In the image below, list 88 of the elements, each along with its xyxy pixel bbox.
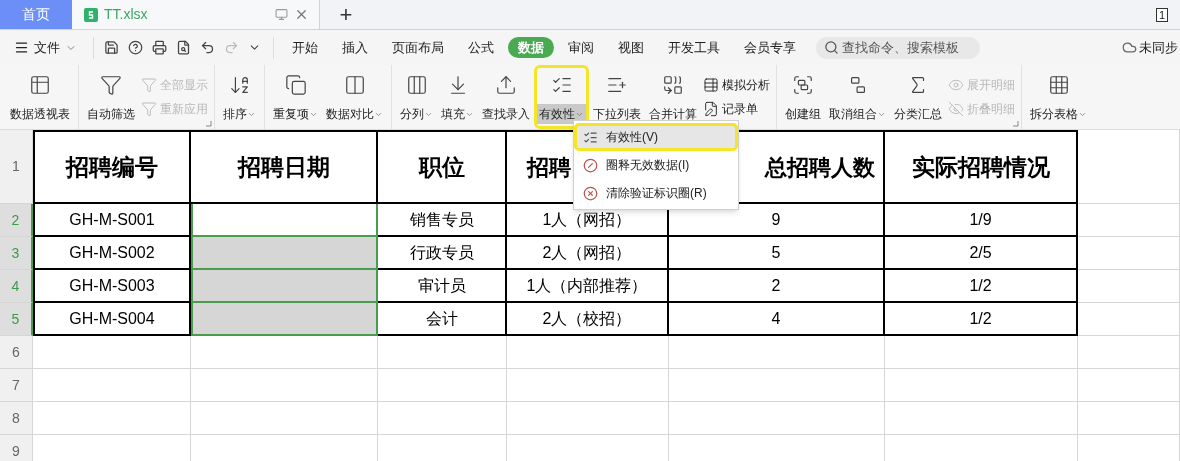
ribbon-button[interactable]: 查找录入 xyxy=(478,65,534,129)
sync-status[interactable]: 未同步 xyxy=(1122,37,1180,58)
selected-cell[interactable] xyxy=(191,270,378,303)
table-cell: 1人（内部推荐） xyxy=(507,270,669,303)
row-number[interactable]: 7 xyxy=(0,369,33,402)
window-count[interactable]: 1 xyxy=(1155,7,1168,22)
launcher-icon[interactable] xyxy=(1013,121,1019,127)
header-cell: 职位 xyxy=(378,130,507,204)
header-cell: 实际招聘情况 xyxy=(885,130,1078,204)
ribbon-button[interactable]: 填充 xyxy=(437,65,478,129)
ribbon-tab[interactable]: 视图 xyxy=(608,37,654,58)
table-cell: 5 xyxy=(669,237,885,270)
form-icon xyxy=(703,101,719,117)
ribbon-tab[interactable]: 会员专享 xyxy=(734,37,806,58)
table-cell: 销售专员 xyxy=(378,204,507,237)
selected-cell[interactable] xyxy=(191,303,378,336)
ribbon-button[interactable]: 重复项 xyxy=(269,65,322,129)
save-icon[interactable] xyxy=(104,40,119,55)
search-icon xyxy=(824,40,839,55)
table-cell: 2 xyxy=(669,270,885,303)
undo-icon[interactable] xyxy=(200,40,215,55)
ribbon-tab[interactable]: 审阅 xyxy=(558,37,604,58)
selected-cell[interactable] xyxy=(191,237,378,270)
ribbon-button[interactable]: 创建组 xyxy=(781,65,825,129)
file-menu[interactable]: 文件 xyxy=(14,37,87,58)
columns-icon xyxy=(405,74,428,96)
ribbon-button[interactable]: 分列 xyxy=(396,65,437,129)
table-cell: 行政专员 xyxy=(378,237,507,270)
launcher-icon[interactable] xyxy=(206,121,212,127)
group-icon xyxy=(792,74,814,96)
table-cell: 2人（校招） xyxy=(507,303,669,336)
overlap-squares-icon xyxy=(284,74,307,96)
table-cell: 审计员 xyxy=(378,270,507,303)
table-cell: 4 xyxy=(669,303,885,336)
upload-icon xyxy=(495,74,517,96)
ribbon-button[interactable]: 排序 xyxy=(219,65,260,129)
search-field[interactable]: 查找命令、搜索模板 xyxy=(816,36,980,59)
ribbon-tab[interactable]: 插入 xyxy=(332,37,378,58)
spreadsheet-icon xyxy=(84,7,98,22)
close-icon[interactable] xyxy=(294,7,309,22)
ribbon-small-button[interactable]: 模拟分析 xyxy=(703,76,770,94)
table-cell: 1/9 xyxy=(885,204,1078,237)
funnel-icon xyxy=(141,101,157,117)
ribbon-tab[interactable]: 开发工具 xyxy=(658,37,730,58)
redo-icon[interactable] xyxy=(224,40,239,55)
ribbon-button[interactable]: 数据透视表 xyxy=(6,65,74,129)
ribbon-button[interactable]: 拆分表格 xyxy=(1026,65,1091,129)
row-number[interactable]: 1 xyxy=(0,130,33,204)
ribbon-tab[interactable]: 公式 xyxy=(458,37,504,58)
table-cell: 1/2 xyxy=(885,303,1078,336)
eye-off-icon xyxy=(948,101,964,117)
ribbon-button[interactable]: 取消组合 xyxy=(825,65,890,129)
row-number[interactable]: 6 xyxy=(0,336,33,369)
combine-icon xyxy=(662,74,684,96)
menu-icon xyxy=(14,40,29,55)
eye-icon xyxy=(948,77,964,93)
ribbon-small-button[interactable]: 记录单 xyxy=(703,100,770,118)
menu-item[interactable]: 有效性(V) xyxy=(574,123,738,151)
funnel-icon xyxy=(100,74,122,96)
printer-icon[interactable] xyxy=(152,40,167,55)
table-cell: 2人（网招） xyxy=(507,237,669,270)
monitor-icon[interactable] xyxy=(275,8,288,21)
ribbon-tab[interactable]: 页面布局 xyxy=(382,37,454,58)
row-number[interactable]: 8 xyxy=(0,402,33,435)
row-number[interactable]: 9 xyxy=(0,435,33,461)
tab-title: TT.xlsx xyxy=(104,5,148,24)
grid-icon xyxy=(1047,74,1070,96)
table-cell: 会计 xyxy=(378,303,507,336)
funnel-icon xyxy=(141,77,157,93)
circle-clear-icon xyxy=(583,185,598,201)
ribbon-tab[interactable]: 开始 xyxy=(282,37,328,58)
table-cell: 1/2 xyxy=(885,270,1078,303)
checklist-icon xyxy=(583,129,598,145)
new-tab-button[interactable]: + xyxy=(320,0,372,29)
selected-cell[interactable] xyxy=(191,204,378,237)
circle-icon xyxy=(583,157,598,173)
ribbon-button[interactable]: 分类汇总 xyxy=(890,65,946,129)
cloud-icon xyxy=(1122,40,1137,55)
table-cell: 2/5 xyxy=(885,237,1078,270)
ribbon-button[interactable]: 有效性 xyxy=(534,65,589,129)
ribbon-button[interactable]: 数据对比 xyxy=(322,65,387,129)
ribbon-button[interactable]: 自动筛选 xyxy=(83,65,139,129)
sort-icon xyxy=(228,74,251,96)
table-icon xyxy=(29,74,51,96)
compare-icon xyxy=(343,74,366,96)
print-preview-icon[interactable] xyxy=(176,40,191,55)
table-icon xyxy=(703,77,719,93)
header-cell: 招聘编号 xyxy=(33,130,191,204)
